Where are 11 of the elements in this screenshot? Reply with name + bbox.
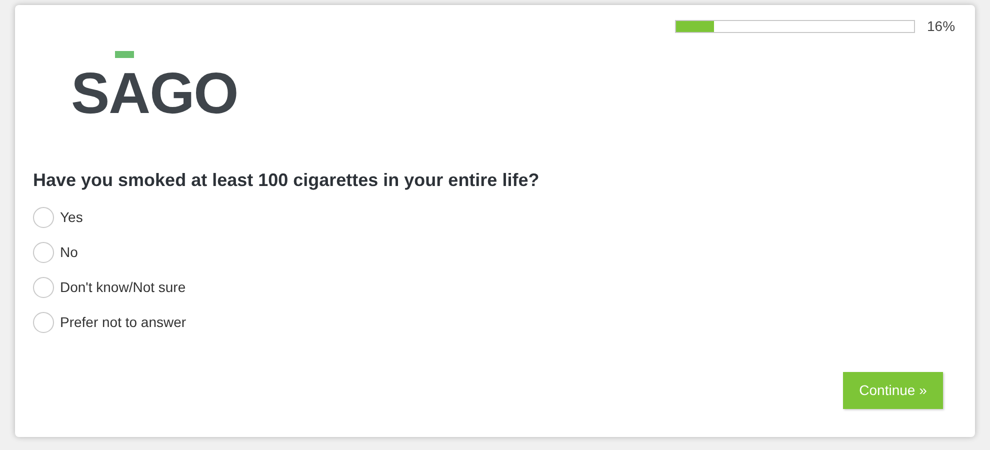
question-text: Have you smoked at least 100 cigarettes in your entire life? xyxy=(33,169,540,192)
radio-option[interactable]: Don't know/Not sure xyxy=(33,277,186,298)
radio-button[interactable] xyxy=(33,277,54,298)
radio-option[interactable]: Prefer not to answer xyxy=(33,312,186,333)
radio-button[interactable] xyxy=(33,242,54,263)
radio-option[interactable]: No xyxy=(33,242,78,263)
logo: SAGO xyxy=(71,51,238,123)
radio-button[interactable] xyxy=(33,312,54,333)
radio-option[interactable]: Yes xyxy=(33,207,83,228)
progress-percent: 16% xyxy=(927,17,955,36)
radio-button[interactable] xyxy=(33,207,54,228)
